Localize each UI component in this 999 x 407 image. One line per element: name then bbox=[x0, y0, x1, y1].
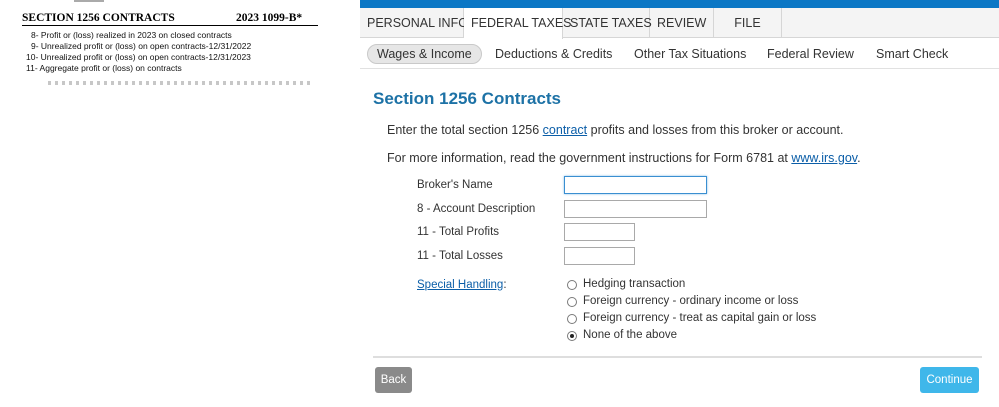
form-header: SECTION 1256 CONTRACTS 2023 1099-B* bbox=[22, 12, 318, 26]
total-profits-input[interactable] bbox=[564, 223, 635, 241]
tab-personal-info[interactable]: PERSONAL INFO bbox=[360, 8, 468, 38]
info-text-after: . bbox=[857, 151, 861, 165]
special-handling-link[interactable]: Special Handling bbox=[417, 279, 503, 291]
continue-button[interactable]: Continue bbox=[920, 367, 979, 393]
sub-navigation: Wages & Income Deductions & Credits Othe… bbox=[360, 39, 999, 69]
radio-label-foreign-currency-ordinary[interactable]: Foreign currency - ordinary income or lo… bbox=[583, 295, 798, 307]
form-line-9: 9- Unrealized profit or (loss) on open c… bbox=[31, 41, 252, 51]
form-header-title: SECTION 1256 CONTRACTS bbox=[22, 12, 175, 24]
form-cut-line-bottom bbox=[48, 81, 310, 85]
form-cut-line-top bbox=[74, 0, 104, 2]
subnav-federal-review[interactable]: Federal Review bbox=[767, 44, 854, 64]
subnav-wages-income[interactable]: Wages & Income bbox=[367, 44, 482, 64]
broker-name-input[interactable] bbox=[564, 176, 707, 194]
subnav-other-tax-situations[interactable]: Other Tax Situations bbox=[634, 44, 746, 64]
radio-label-hedging-transaction[interactable]: Hedging transaction bbox=[583, 278, 685, 290]
page-title: Section 1256 Contracts bbox=[373, 89, 562, 108]
account-description-input[interactable] bbox=[564, 200, 707, 218]
radio-foreign-currency-ordinary[interactable] bbox=[567, 297, 577, 307]
info-text-before: For more information, read the governmen… bbox=[387, 151, 792, 165]
total-losses-input[interactable] bbox=[564, 247, 635, 265]
tab-federal-taxes[interactable]: FEDERAL TAXES bbox=[464, 8, 572, 39]
broker-name-label: Broker's Name bbox=[417, 179, 493, 191]
tab-review[interactable]: REVIEW bbox=[650, 8, 714, 38]
info-text: For more information, read the governmen… bbox=[387, 151, 861, 165]
total-losses-label: 11 - Total Losses bbox=[417, 250, 503, 262]
total-profits-label: 11 - Total Profits bbox=[417, 226, 500, 238]
radio-hedging-transaction[interactable] bbox=[567, 280, 577, 290]
account-description-label: 8 - Account Description bbox=[417, 203, 536, 215]
tab-file[interactable]: FILE bbox=[714, 8, 782, 38]
radio-label-foreign-currency-capital[interactable]: Foreign currency - treat as capital gain… bbox=[583, 312, 816, 324]
special-handling-label: Special Handling: bbox=[417, 279, 507, 291]
app-top-bar bbox=[360, 0, 999, 8]
back-button[interactable]: Back bbox=[375, 367, 412, 393]
radio-label-none-of-the-above[interactable]: None of the above bbox=[583, 329, 677, 341]
form-line-10: 10- Unrealized profit or (loss) on open … bbox=[26, 52, 251, 62]
main-tabs: PERSONAL INFO FEDERAL TAXES STATE TAXES … bbox=[360, 8, 999, 39]
radio-none-of-the-above[interactable] bbox=[567, 331, 577, 341]
footer-divider bbox=[373, 356, 982, 358]
subnav-smart-check[interactable]: Smart Check bbox=[876, 44, 948, 64]
intro-text-after: profits and losses from this broker or a… bbox=[587, 123, 844, 137]
tab-state-taxes[interactable]: STATE TAXES bbox=[563, 8, 652, 38]
form-header-year: 2023 1099-B* bbox=[236, 12, 303, 24]
intro-text-before: Enter the total section 1256 bbox=[387, 123, 543, 137]
form-1099b-snippet: SECTION 1256 CONTRACTS 2023 1099-B* 8- P… bbox=[0, 0, 330, 407]
tax-app: PERSONAL INFO FEDERAL TAXES STATE TAXES … bbox=[360, 0, 999, 407]
form-line-11: 11- Aggregate profit or (loss) on contra… bbox=[26, 63, 182, 73]
special-handling-colon: : bbox=[503, 279, 507, 291]
intro-text: Enter the total section 1256 contract pr… bbox=[387, 123, 844, 137]
subnav-deductions-credits[interactable]: Deductions & Credits bbox=[495, 44, 612, 64]
form-line-8: 8- Profit or (loss) realized in 2023 on … bbox=[31, 30, 232, 40]
contract-link[interactable]: contract bbox=[543, 123, 587, 137]
irs-gov-link[interactable]: www.irs.gov bbox=[791, 151, 857, 165]
radio-foreign-currency-capital[interactable] bbox=[567, 314, 577, 324]
